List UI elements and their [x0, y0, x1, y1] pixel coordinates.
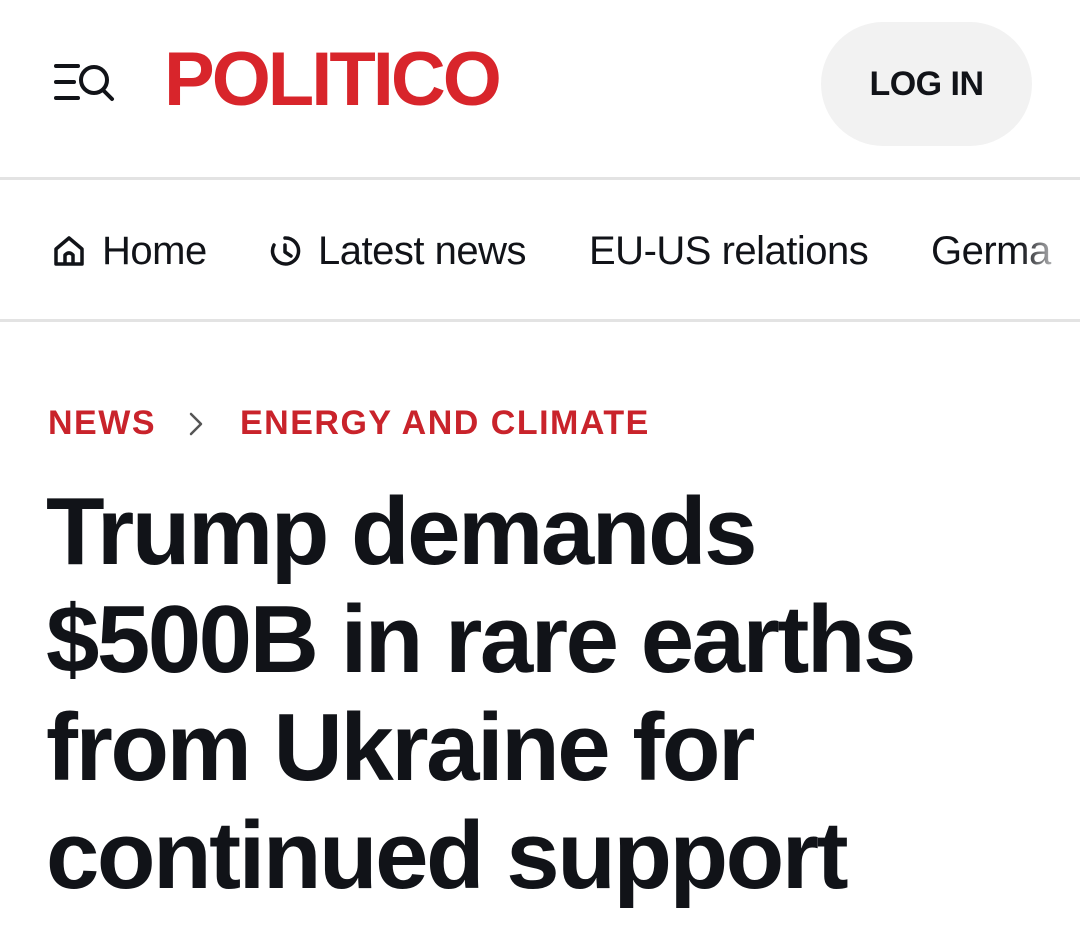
breadcrumb-subsection[interactable]: ENERGY AND CLIMATE — [240, 404, 650, 443]
menu-search-icon[interactable] — [52, 60, 116, 110]
site-header: POLITICO LOG IN — [0, 0, 1080, 180]
section-nav: Home Latest news EU-US relations Germa — [0, 180, 1080, 322]
nav-item-label: Latest news — [318, 228, 526, 273]
nav-item-latest-news[interactable]: Latest news — [268, 180, 526, 319]
login-button[interactable]: LOG IN — [821, 22, 1032, 146]
politico-logo[interactable]: POLITICO — [164, 42, 502, 118]
nav-fade-overlay — [1020, 180, 1080, 319]
chevron-right-icon — [188, 411, 204, 437]
nav-item-label: Home — [102, 228, 207, 273]
breadcrumb-section[interactable]: NEWS — [48, 404, 156, 443]
nav-item-home[interactable]: Home — [52, 180, 207, 319]
breadcrumb: NEWS ENERGY AND CLIMATE — [48, 404, 650, 443]
nav-item-label: EU-US relations — [589, 228, 869, 273]
home-icon — [52, 234, 86, 268]
article-headline: Trump demands $500B in rare earths from … — [46, 478, 916, 909]
nav-item-eu-us-relations[interactable]: EU-US relations — [589, 180, 869, 319]
clock-icon — [268, 234, 302, 268]
